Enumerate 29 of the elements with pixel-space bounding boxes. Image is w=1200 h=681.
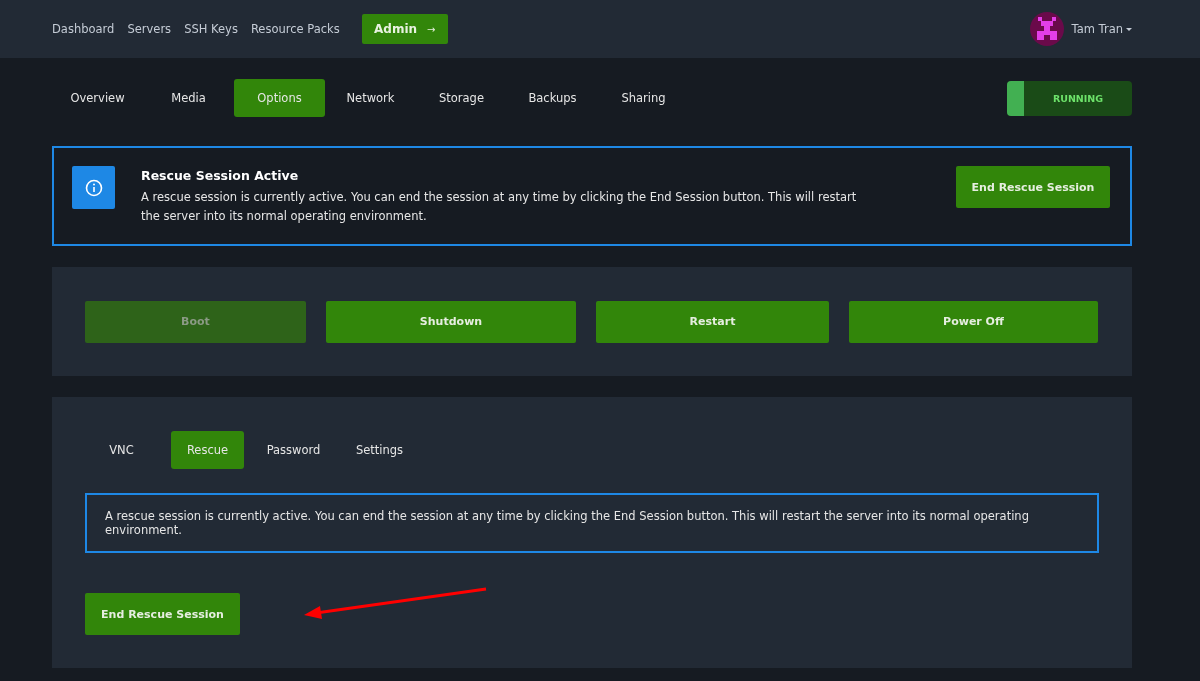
nav-link[interactable]: Resource Packs bbox=[250, 22, 340, 36]
nav-link[interactable]: Servers bbox=[127, 22, 172, 36]
power-button[interactable]: Shutdown bbox=[326, 300, 576, 343]
status-indicator: RUNNING bbox=[1007, 80, 1132, 116]
admin-button[interactable]: Admin → bbox=[361, 14, 448, 44]
info-icon bbox=[72, 166, 115, 209]
end-rescue-session-button[interactable]: End Rescue Session bbox=[956, 166, 1110, 208]
tab[interactable]: Network bbox=[325, 79, 416, 117]
avatar-icon[interactable] bbox=[1029, 12, 1064, 46]
alert-title: Rescue Session Active bbox=[141, 168, 300, 183]
tab[interactable]: Storage bbox=[416, 79, 507, 117]
power-button[interactable]: Restart bbox=[596, 300, 829, 343]
nav-link[interactable]: SSH Keys bbox=[184, 22, 238, 36]
tab[interactable]: Settings bbox=[343, 431, 416, 469]
nav-link[interactable]: Dashboard bbox=[52, 22, 115, 36]
tab[interactable]: Options bbox=[234, 79, 325, 117]
tab[interactable]: Sharing bbox=[598, 79, 689, 117]
tab[interactable]: Media bbox=[143, 79, 234, 117]
end-rescue-session-button[interactable]: End Rescue Session bbox=[85, 593, 240, 635]
alert-message: A rescue session is currently active. You can end the session at any time by clicking the End Session button. This will restart the server into its normal operating environment. bbox=[141, 189, 858, 225]
caret-icon[interactable] bbox=[1126, 27, 1132, 31]
tab[interactable]: Overview bbox=[52, 79, 143, 117]
power-button[interactable]: Power Off bbox=[849, 300, 1098, 343]
user-menu[interactable]: Tam Tran bbox=[1071, 22, 1123, 36]
tab[interactable]: Backups bbox=[507, 79, 598, 117]
tab[interactable]: VNC bbox=[85, 431, 158, 469]
tab[interactable]: Password bbox=[257, 431, 330, 469]
rescue-message: A rescue session is currently active. You can end the session at any time by clicking the End Session button. This will restart the server into its normal operating environment. bbox=[85, 493, 1099, 553]
tab[interactable]: Rescue bbox=[171, 431, 244, 469]
